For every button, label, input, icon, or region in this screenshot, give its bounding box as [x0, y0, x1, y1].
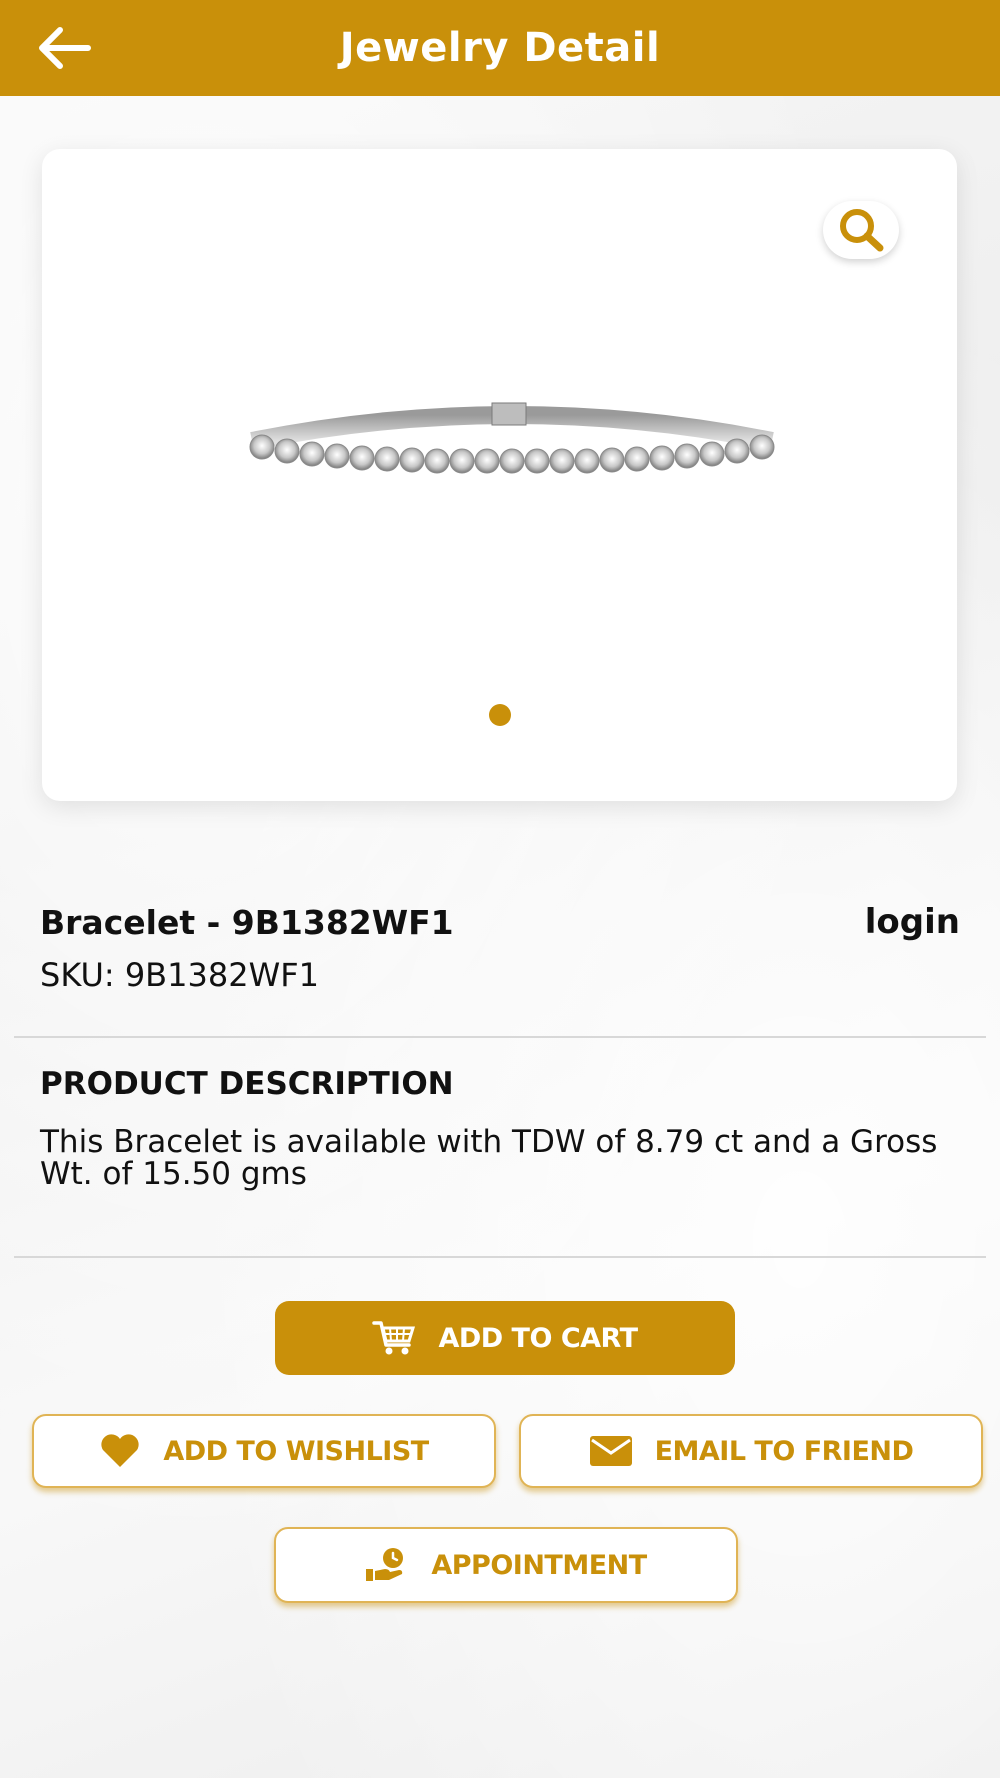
heart-icon	[99, 1433, 141, 1469]
cart-icon	[372, 1319, 416, 1357]
product-title: Bracelet - 9B1382WF1	[40, 902, 454, 942]
add-to-cart-button[interactable]: ADD TO CART	[275, 1301, 735, 1375]
product-image[interactable]	[242, 399, 782, 489]
add-to-wishlist-button[interactable]: ADD TO WISHLIST	[32, 1414, 496, 1488]
email-to-friend-button[interactable]: EMAIL TO FRIEND	[519, 1414, 983, 1488]
product-title-row: Bracelet - 9B1382WF1 login	[40, 902, 960, 942]
product-description: This Bracelet is available with TDW of 8…	[40, 1124, 938, 1192]
appointment-button[interactable]: APPOINTMENT	[274, 1527, 738, 1603]
appointment-label: APPOINTMENT	[431, 1549, 647, 1581]
app-header: Jewelry Detail	[0, 0, 1000, 96]
appointment-hand-clock-icon	[365, 1547, 409, 1583]
divider	[14, 1036, 986, 1038]
zoom-button[interactable]	[823, 201, 899, 259]
divider	[14, 1256, 986, 1258]
add-to-cart-label: ADD TO CART	[438, 1322, 638, 1354]
login-link[interactable]: login	[865, 902, 960, 942]
product-image-card	[42, 149, 957, 801]
description-heading: PRODUCT DESCRIPTION	[40, 1066, 454, 1102]
arrow-left-icon	[39, 27, 91, 69]
add-to-wishlist-label: ADD TO WISHLIST	[163, 1435, 429, 1467]
carousel-page-dot[interactable]	[489, 704, 511, 726]
back-button[interactable]	[32, 22, 96, 74]
product-sku: SKU: 9B1382WF1	[40, 956, 319, 994]
envelope-icon	[589, 1435, 633, 1467]
email-to-friend-label: EMAIL TO FRIEND	[654, 1435, 914, 1467]
page-title: Jewelry Detail	[339, 25, 661, 71]
search-icon	[840, 209, 884, 252]
